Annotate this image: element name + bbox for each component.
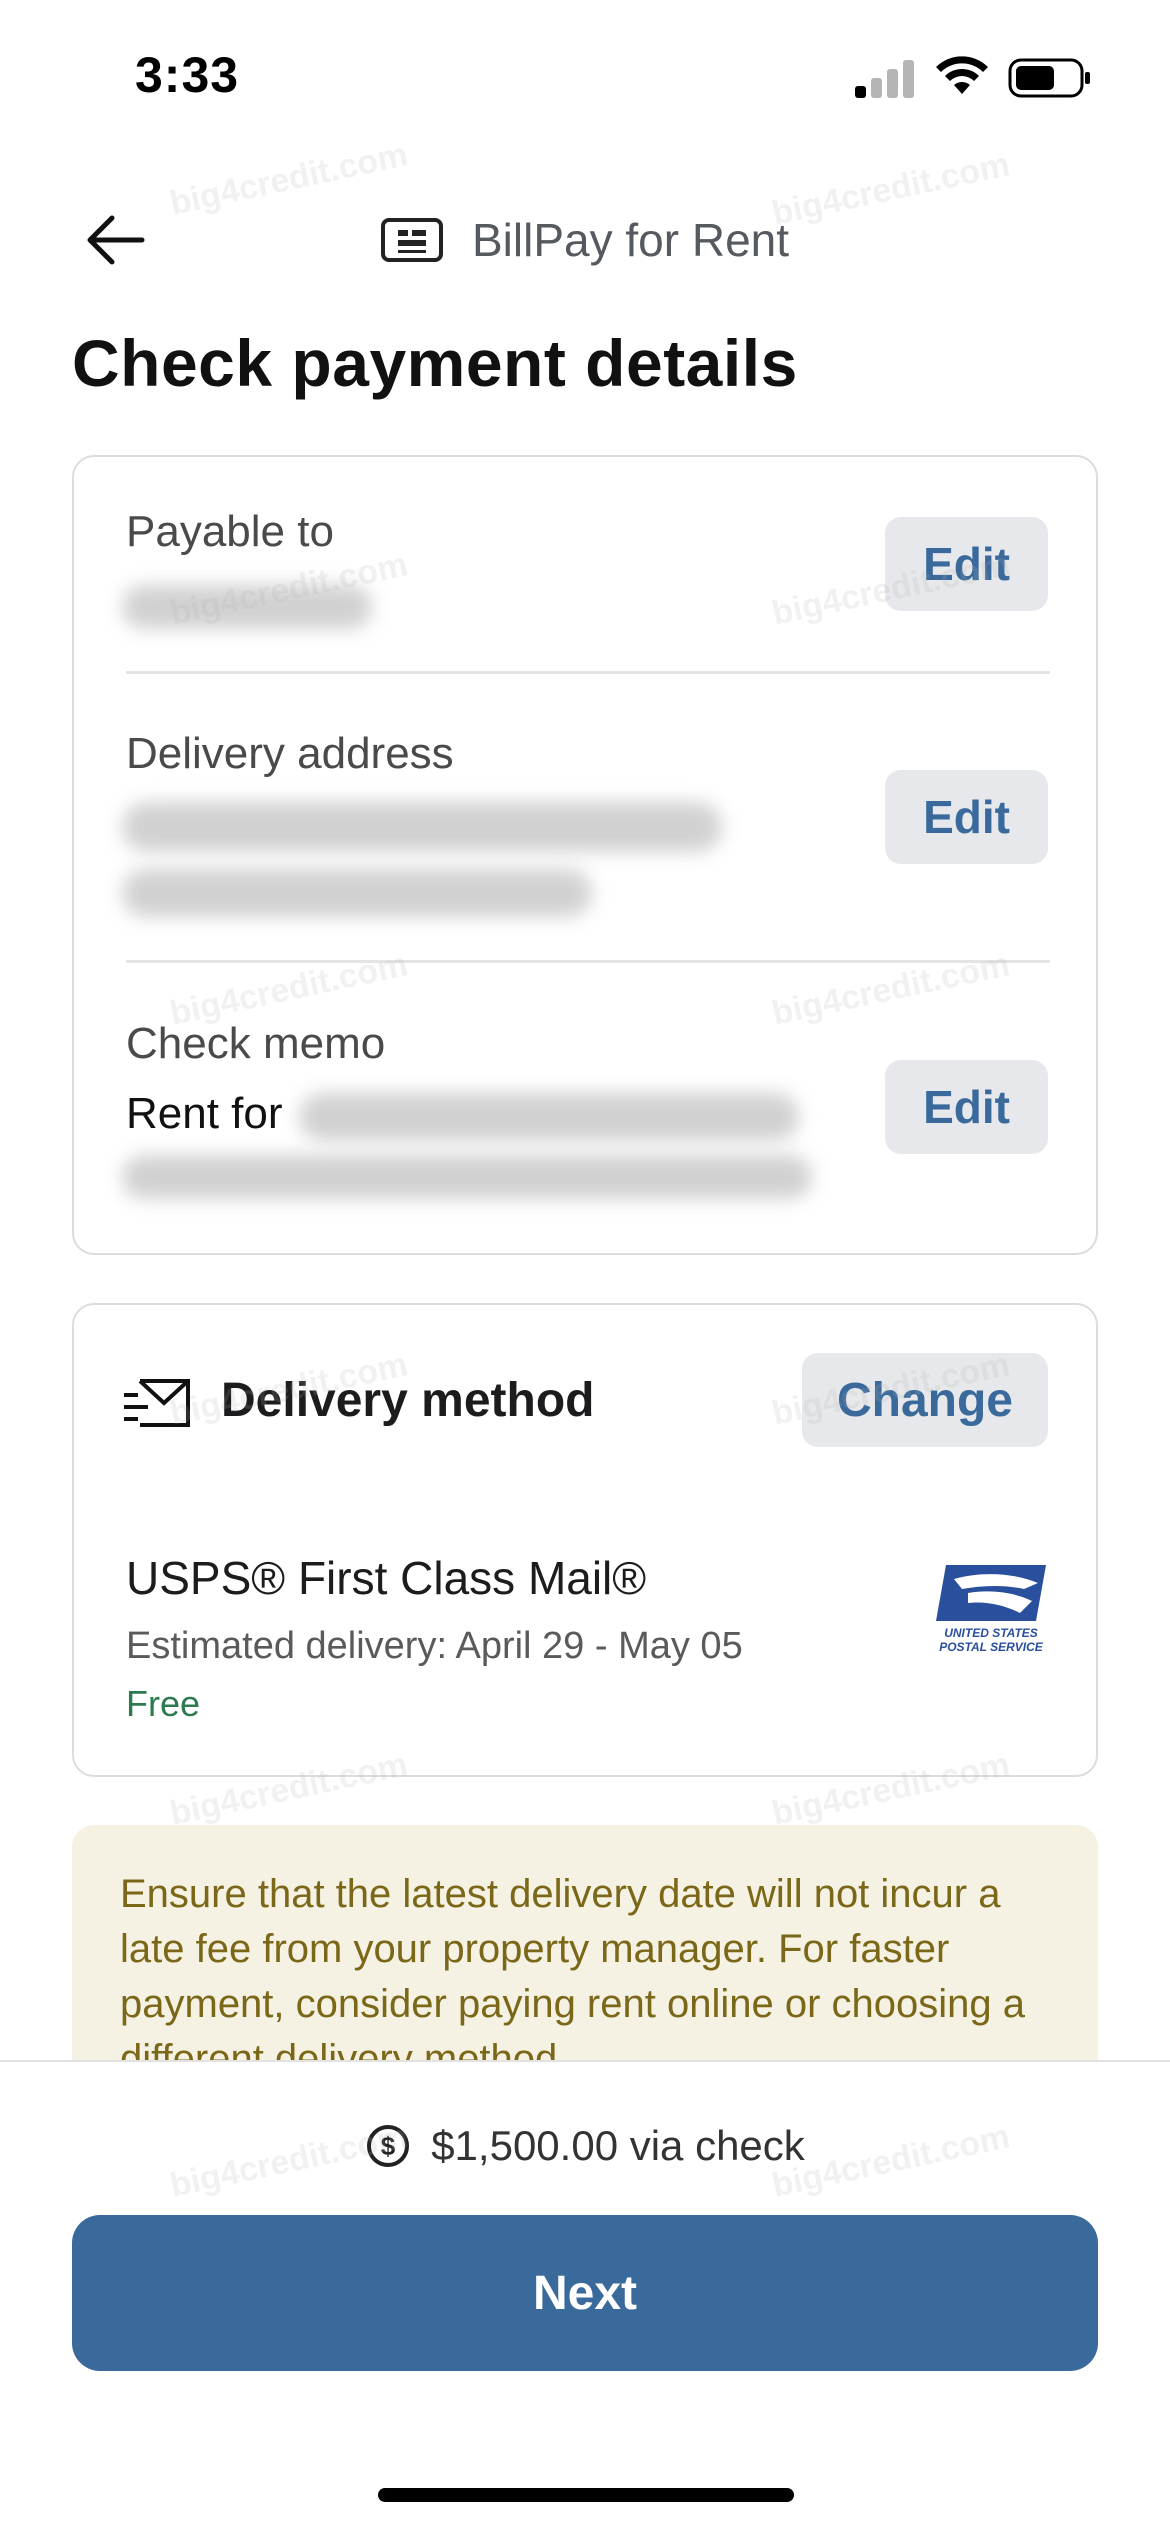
- status-time: 3:33: [135, 47, 240, 103]
- cellular-signal-icon: [855, 58, 915, 98]
- payment-summary: $ $1,500.00 via check: [0, 2122, 1170, 2170]
- dollar-circle-icon: $: [367, 2125, 410, 2167]
- bottom-action-bar: $ $1,500.00 via check Next big4credit.co…: [0, 2060, 1170, 2532]
- estimated-delivery: Estimated delivery: April 29 - May 05: [126, 1625, 743, 1667]
- usps-logo-text-1: UNITED STATES: [944, 1626, 1038, 1640]
- delivery-method-card: Delivery method Change USPS® First Class…: [72, 1303, 1098, 1777]
- edit-payable-to-button[interactable]: Edit: [885, 517, 1048, 611]
- home-indicator[interactable]: [378, 2488, 794, 2502]
- edit-check-memo-button[interactable]: Edit: [885, 1060, 1048, 1154]
- payable-to-value-redacted: [122, 585, 372, 629]
- page-title: Check payment details: [72, 326, 798, 400]
- divider: [126, 671, 1050, 674]
- edit-delivery-address-button[interactable]: Edit: [885, 770, 1048, 864]
- watermark: big4credit.com: [768, 145, 1014, 233]
- late-fee-notice: Ensure that the latest delivery date wil…: [72, 1825, 1098, 2065]
- delivery-method-title: Delivery method: [221, 1374, 595, 1427]
- delivery-service-name: USPS® First Class Mail®: [126, 1552, 647, 1604]
- check-memo-line2-redacted: [122, 1155, 812, 1199]
- payable-to-label: Payable to: [126, 507, 334, 556]
- usps-logo: UNITED STATES POSTAL SERVICE: [936, 1565, 1046, 1654]
- delivery-price: Free: [126, 1683, 201, 1724]
- delivery-address-line2-redacted: [122, 869, 592, 917]
- usps-logo-text-2: POSTAL SERVICE: [939, 1640, 1044, 1654]
- header: BillPay for Rent: [380, 205, 789, 275]
- delivery-address-line1-redacted: [122, 802, 722, 852]
- change-delivery-method-button[interactable]: Change: [802, 1353, 1048, 1447]
- payment-amount: $1,500.00 via check: [431, 2122, 805, 2169]
- back-button[interactable]: [80, 205, 150, 275]
- svg-text:$: $: [381, 2131, 396, 2161]
- delivery-address-label: Delivery address: [126, 729, 454, 778]
- status-bar: 3:33: [0, 0, 1170, 150]
- next-button[interactable]: Next: [72, 2215, 1098, 2371]
- building-icon: [381, 218, 443, 262]
- wifi-icon: [936, 56, 988, 94]
- check-memo-line1-redacted: [299, 1093, 799, 1141]
- late-fee-notice-text: Ensure that the latest delivery date wil…: [120, 1872, 1025, 2065]
- payment-details-card: Payable to Edit Delivery address Edit Ch…: [72, 455, 1098, 1255]
- header-title: BillPay for Rent: [472, 214, 790, 266]
- check-memo-label: Check memo: [126, 1019, 386, 1068]
- mail-fast-icon: [124, 1379, 190, 1427]
- back-arrow-icon: [87, 215, 145, 265]
- divider: [126, 960, 1050, 963]
- check-memo-prefix: Rent for: [126, 1089, 283, 1138]
- battery-icon: [1008, 58, 1090, 98]
